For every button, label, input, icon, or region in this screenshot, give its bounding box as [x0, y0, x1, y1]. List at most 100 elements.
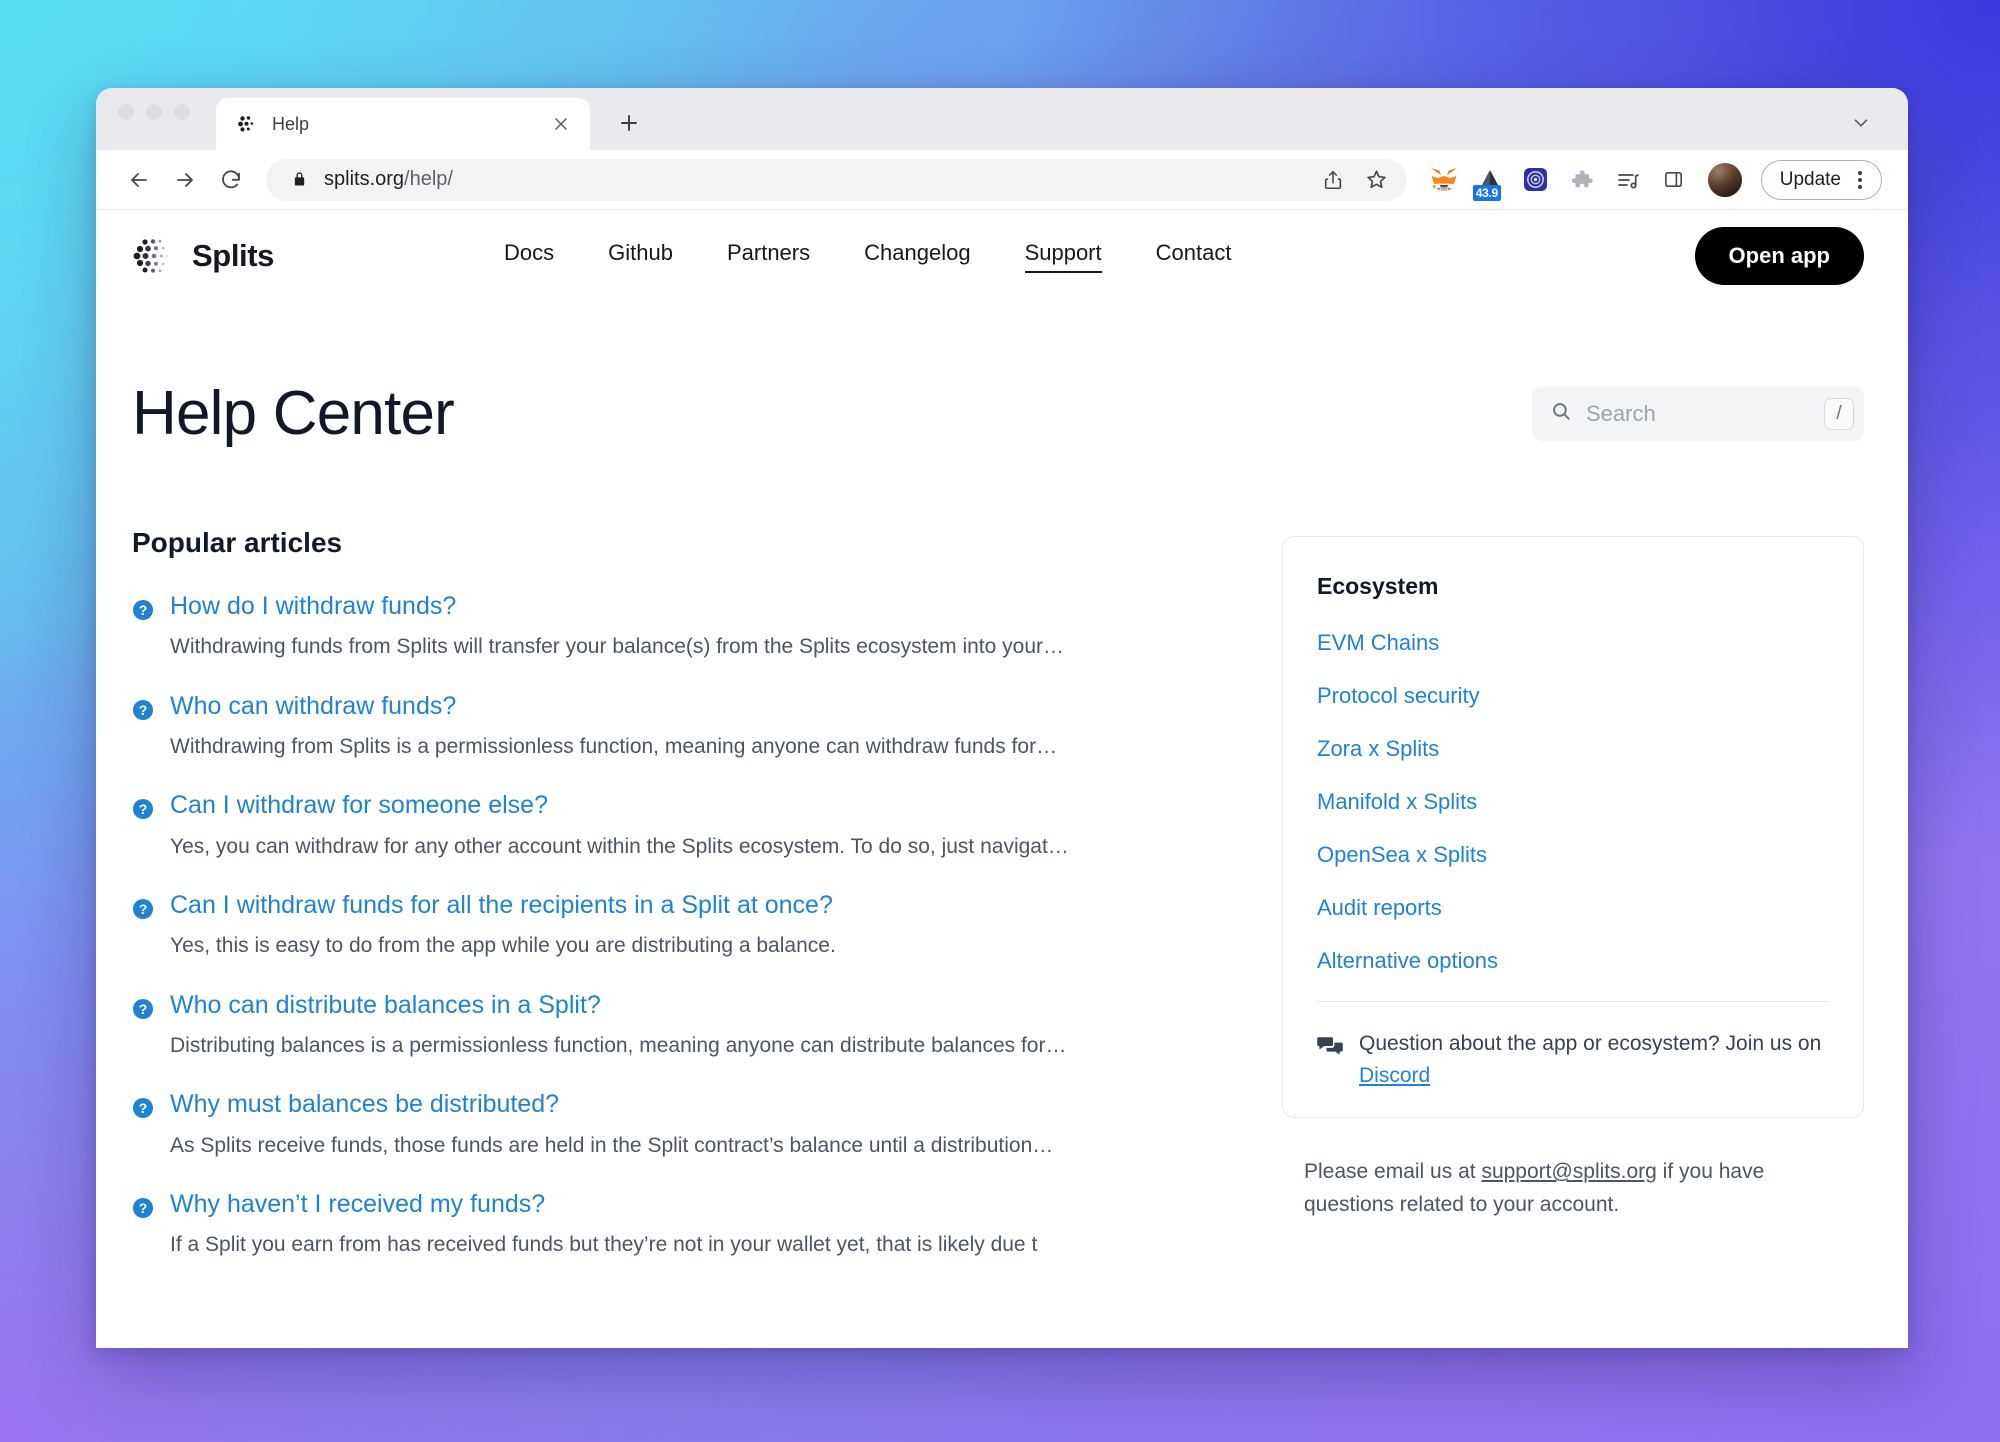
star-icon[interactable]: [1357, 160, 1397, 200]
article-item[interactable]: ? Why must balances be distributed? As S…: [132, 1089, 1242, 1189]
reading-list-icon[interactable]: [1607, 159, 1649, 201]
question-circle-icon: ?: [132, 998, 154, 1020]
article-head: ? Why haven’t I received my funds?: [132, 1189, 1242, 1220]
ecosystem-link-manifold-x-splits[interactable]: Manifold x Splits: [1317, 789, 1829, 815]
plus-icon[interactable]: [612, 106, 646, 140]
puzzle-icon[interactable]: [1561, 159, 1603, 201]
section-heading: Popular articles: [132, 527, 343, 558]
blue-circle-extension-icon[interactable]: [1515, 159, 1557, 201]
kebab-menu-icon[interactable]: [1847, 170, 1873, 189]
extension-icons: 43.9: [1423, 158, 1751, 202]
question-circle-icon: ?: [132, 699, 154, 721]
article-title[interactable]: How do I withdraw funds?: [170, 591, 456, 622]
article-head: ? Who can distribute balances in a Split…: [132, 990, 1242, 1021]
nav-item-contact[interactable]: Contact: [1156, 240, 1232, 273]
article-snippet: If a Split you earn from has received fu…: [170, 1233, 1038, 1257]
brand-logo-link[interactable]: Splits: [132, 235, 274, 277]
article-head: ? Can I withdraw for someone else?: [132, 790, 1242, 821]
chat-bubbles-icon: [1317, 1034, 1343, 1060]
metamask-extension-icon[interactable]: [1423, 159, 1465, 201]
question-circle-icon: ?: [132, 1197, 154, 1219]
article-snippet: Withdrawing from Splits is a permissionl…: [170, 734, 1058, 758]
search-input[interactable]: [1586, 400, 1810, 427]
article-item[interactable]: ? Who can distribute balances in a Split…: [132, 990, 1242, 1090]
triangle-extension-icon[interactable]: 43.9: [1469, 159, 1511, 201]
svg-text:?: ?: [139, 801, 148, 817]
question-circle-icon: ?: [132, 898, 154, 920]
article-snippet: Distributing balances is a permissionles…: [170, 1034, 1067, 1057]
article-snippet: Yes, you can withdraw for any other acco…: [170, 834, 1069, 858]
svg-text:?: ?: [139, 602, 148, 618]
article-item[interactable]: ? Why haven’t I received my funds? If a …: [132, 1189, 1242, 1289]
article-title[interactable]: Can I withdraw funds for all the recipie…: [170, 890, 833, 921]
email-note: Please email us at support@splits.org if…: [1282, 1156, 1864, 1221]
article-title[interactable]: Who can distribute balances in a Split?: [170, 990, 601, 1021]
nav-item-support[interactable]: Support: [1024, 240, 1102, 273]
brand-name: Splits: [192, 238, 275, 273]
ecosystem-link-opensea-x-splits[interactable]: OpenSea x Splits: [1317, 842, 1829, 868]
search-shortcut-key: /: [1824, 397, 1854, 430]
share-icon[interactable]: [1313, 160, 1353, 200]
nav-item-github[interactable]: Github: [608, 240, 673, 273]
article-head: ? How do I withdraw funds?: [132, 591, 1242, 622]
ecosystem-card: Ecosystem EVM Chains Protocol security Z…: [1282, 536, 1864, 1118]
update-button[interactable]: Update: [1760, 159, 1882, 200]
discord-text: Question about the app or ecosystem? Joi…: [1359, 1028, 1829, 1091]
popular-articles-column: Popular articles ? How do I withdraw fun…: [132, 527, 1242, 1289]
ecosystem-card-title: Ecosystem: [1317, 573, 1439, 599]
window-traffic-lights: [118, 88, 190, 150]
article-title[interactable]: Why must balances be distributed?: [170, 1089, 559, 1120]
open-app-button[interactable]: Open app: [1694, 227, 1864, 285]
discord-row: Question about the app or ecosystem? Joi…: [1317, 1028, 1829, 1091]
svg-text:?: ?: [139, 901, 148, 917]
svg-text:?: ?: [139, 1001, 148, 1017]
browser-tab[interactable]: Help: [216, 98, 590, 150]
site-header: Splits Docs Github Partners Changelog Su…: [96, 210, 1908, 302]
article-title[interactable]: Who can withdraw funds?: [170, 691, 456, 722]
discord-link[interactable]: Discord: [1359, 1064, 1430, 1087]
support-email-link[interactable]: support@splits.org: [1481, 1160, 1656, 1183]
nav-item-changelog[interactable]: Changelog: [864, 240, 970, 273]
page-title-row: Help Center /: [132, 302, 1864, 449]
minimize-window-button[interactable]: [146, 104, 162, 120]
search-icon: [1550, 400, 1572, 427]
ecosystem-link-protocol-security[interactable]: Protocol security: [1317, 683, 1829, 709]
article-item[interactable]: ? Who can withdraw funds? Withdrawing fr…: [132, 691, 1242, 791]
browser-window: Help splits.org/help/ 43.9 Update Splits…: [96, 88, 1908, 1348]
main-content: Help Center / Popular articles: [96, 302, 1908, 1289]
close-icon[interactable]: [548, 111, 574, 137]
content-columns: Popular articles ? How do I withdraw fun…: [132, 449, 1864, 1289]
arrow-right-icon[interactable]: [164, 159, 206, 201]
side-panel-icon[interactable]: [1653, 159, 1695, 201]
close-window-button[interactable]: [118, 104, 134, 120]
lock-icon: [288, 171, 310, 188]
ecosystem-link-evm-chains[interactable]: EVM Chains: [1317, 630, 1829, 656]
ecosystem-link-audit-reports[interactable]: Audit reports: [1317, 895, 1829, 921]
article-head: ? Who can withdraw funds?: [132, 691, 1242, 722]
chevron-down-icon[interactable]: [1848, 110, 1874, 136]
reload-icon[interactable]: [210, 159, 252, 201]
url-domain: splits.org: [324, 168, 405, 190]
search-box[interactable]: /: [1532, 386, 1864, 441]
svg-text:?: ?: [139, 702, 148, 718]
arrow-left-icon[interactable]: [118, 159, 160, 201]
discord-text-before: Question about the app or ecosystem? Joi…: [1359, 1032, 1822, 1055]
maximize-window-button[interactable]: [174, 104, 190, 120]
article-title[interactable]: Why haven’t I received my funds?: [170, 1189, 545, 1220]
address-bar[interactable]: splits.org/help/: [266, 158, 1407, 201]
article-snippet: As Splits receive funds, those funds are…: [170, 1133, 1054, 1157]
ecosystem-link-zora-x-splits[interactable]: Zora x Splits: [1317, 736, 1829, 762]
tab-title: Help: [272, 113, 310, 134]
nav-item-partners[interactable]: Partners: [727, 240, 810, 273]
nav-item-docs[interactable]: Docs: [504, 240, 554, 273]
ecosystem-link-alternative-options[interactable]: Alternative options: [1317, 948, 1829, 974]
avatar[interactable]: [1703, 158, 1747, 202]
article-title[interactable]: Can I withdraw for someone else?: [170, 790, 548, 821]
url-path: /help/: [404, 168, 453, 190]
page-content: Splits Docs Github Partners Changelog Su…: [96, 210, 1908, 1348]
sidebar-column: Ecosystem EVM Chains Protocol security Z…: [1282, 527, 1864, 1289]
article-item[interactable]: ? Can I withdraw funds for all the recip…: [132, 890, 1242, 990]
article-item[interactable]: ? Can I withdraw for someone else? Yes, …: [132, 790, 1242, 890]
divider: [1317, 1001, 1829, 1002]
article-item[interactable]: ? How do I withdraw funds? Withdrawing f…: [132, 591, 1242, 691]
